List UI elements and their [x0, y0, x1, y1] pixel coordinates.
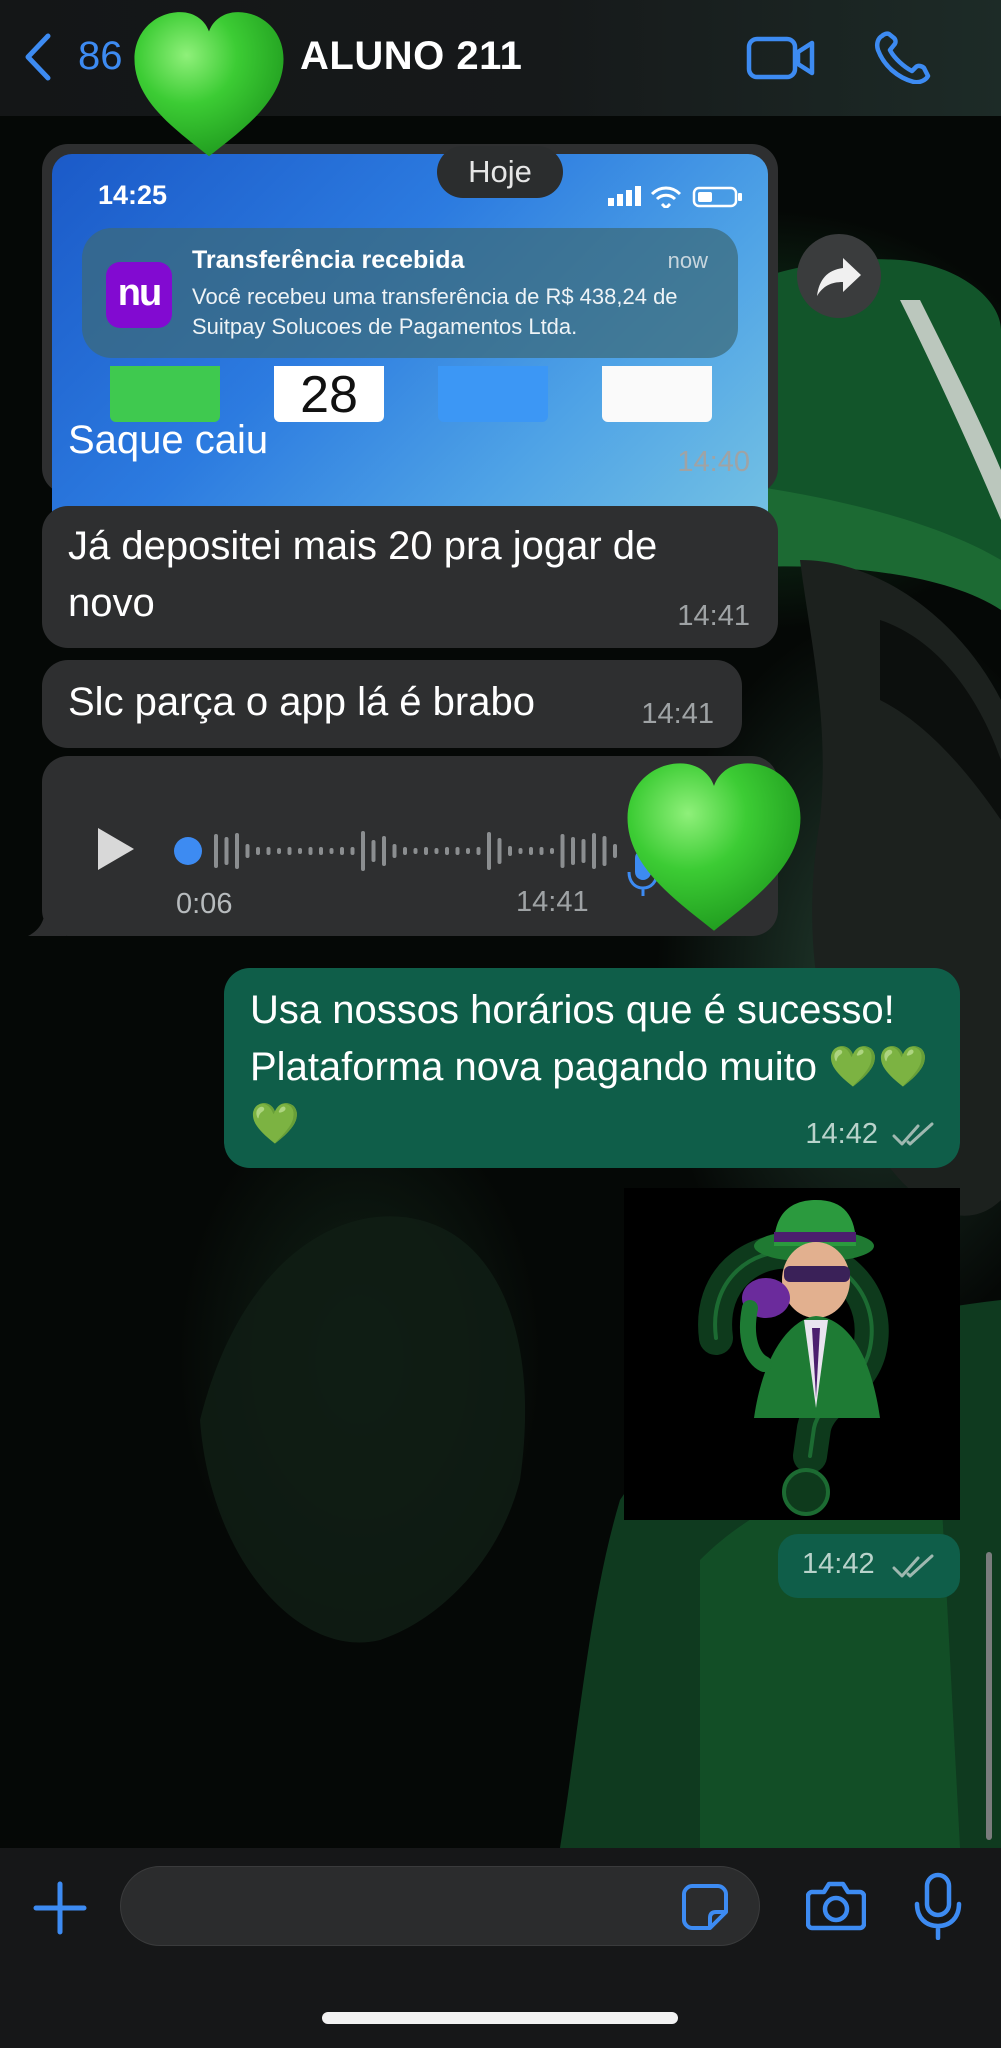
waveform-bar — [581, 839, 586, 863]
message-time: 14:41 — [677, 600, 750, 632]
message-input[interactable] — [120, 1866, 760, 1946]
waveform-bar — [245, 844, 250, 858]
notification-time: now — [667, 248, 708, 273]
incoming-message[interactable]: Já depositei mais 20 pra jogar de novo 1… — [42, 506, 778, 648]
waveform-bar — [455, 847, 460, 855]
waveform-bar — [487, 832, 491, 870]
waveform-bar — [287, 847, 292, 855]
waveform-bar — [340, 847, 344, 855]
message-time: 14:41 — [516, 886, 589, 918]
sticker-icon[interactable] — [680, 1882, 730, 1932]
waveform-bar — [350, 847, 355, 855]
waveform-bar — [571, 837, 575, 865]
message-time: 14:41 — [641, 698, 714, 730]
status-bar-icons — [608, 186, 742, 208]
waveform-bar — [298, 848, 302, 854]
waveform-bar — [413, 848, 418, 854]
waveform-bar — [602, 836, 607, 866]
waveform-bar — [403, 847, 407, 855]
waveform-bar — [434, 848, 439, 854]
waveform-bar — [256, 847, 260, 855]
message-text: Slc parça o app lá é brabo — [68, 680, 535, 724]
riddler-sticker[interactable] — [624, 1188, 960, 1520]
mail-app-icon — [438, 366, 548, 422]
waveform-bar — [476, 847, 481, 855]
read-receipt-icon — [892, 1554, 934, 1578]
message-text: Já depositei mais 20 pra jogar de novo — [68, 524, 658, 625]
microphone-icon[interactable] — [912, 1872, 964, 1940]
waveform-bar — [277, 848, 281, 854]
image-message[interactable]: 14:25 nu Transferência recebida now Você… — [42, 144, 778, 550]
green-heart-icon — [134, 12, 284, 157]
waveform-bar — [508, 846, 512, 856]
waveform-bar — [497, 838, 502, 864]
waveform-bar — [371, 840, 376, 862]
outgoing-message[interactable]: Usa nossos horários que é sucesso! Plata… — [224, 968, 960, 1168]
chat-title[interactable]: ALUNO 211 — [300, 34, 522, 79]
bank-notification-screenshot[interactable]: 14:25 nu Transferência recebida now Você… — [52, 154, 768, 550]
waveform-bar — [550, 848, 554, 854]
voice-duration: 0:06 — [176, 888, 233, 920]
waveform-bar — [214, 834, 218, 868]
waveform-bar — [466, 848, 470, 854]
waveform-bar — [592, 833, 596, 869]
play-icon[interactable] — [94, 824, 138, 874]
notification-body: Você recebeu uma transferência de R$ 438… — [192, 284, 678, 339]
facetime-app-icon — [110, 366, 220, 422]
waveform-bar — [424, 847, 428, 855]
read-receipt-icon — [892, 1122, 934, 1146]
date-separator: Hoje — [437, 146, 563, 198]
waveform-bar — [329, 848, 334, 854]
message-time: 14:42 — [805, 1118, 878, 1150]
waveform-bar — [266, 847, 271, 855]
waveform-bar — [319, 847, 323, 855]
home-screen-dock: 28 — [52, 366, 768, 424]
video-call-icon[interactable] — [746, 34, 816, 82]
forward-arrow-icon — [817, 258, 861, 296]
notification-title: Transferência recebida — [192, 246, 465, 274]
incoming-message[interactable]: Slc parça o app lá é brabo 14:41 — [42, 660, 742, 748]
waveform-bar — [235, 833, 239, 869]
message-time: 14:40 — [677, 446, 750, 478]
nubank-logo: nu — [106, 262, 172, 328]
unread-count[interactable]: 86 — [78, 34, 123, 79]
waveform-bar — [529, 847, 533, 855]
waveform-bar — [539, 847, 544, 855]
audio-waveform[interactable] — [172, 826, 642, 876]
notification-card: nu Transferência recebida now Você receb… — [82, 228, 738, 358]
notes-app-icon — [602, 366, 712, 422]
waveform-bar — [224, 837, 229, 865]
waveform-bar — [445, 847, 449, 855]
waveform-bar — [308, 847, 313, 855]
plus-icon[interactable] — [32, 1880, 88, 1936]
waveform-bar — [382, 836, 386, 866]
waveform-bar — [560, 834, 565, 868]
calendar-app-icon: 28 — [274, 366, 384, 424]
sticker-timestamp: 14:42 — [778, 1534, 960, 1598]
screenshot-clock: 14:25 — [98, 180, 168, 210]
message-time: 14:42 — [802, 1548, 875, 1580]
home-indicator — [322, 2012, 678, 2024]
image-caption: Saque caiu — [68, 418, 269, 462]
phone-call-icon[interactable] — [872, 30, 932, 84]
waveform-bar — [361, 831, 365, 871]
waveform-bar — [392, 844, 397, 858]
message-composer — [0, 1848, 1001, 2048]
green-heart-icon — [627, 763, 801, 931]
waveform-bar — [613, 844, 617, 858]
forward-button[interactable] — [797, 234, 881, 318]
camera-icon[interactable] — [806, 1878, 866, 1932]
waveform-bar — [518, 848, 523, 854]
back-chevron-icon[interactable] — [18, 30, 58, 84]
chat-scrollbar[interactable] — [986, 1552, 992, 1840]
